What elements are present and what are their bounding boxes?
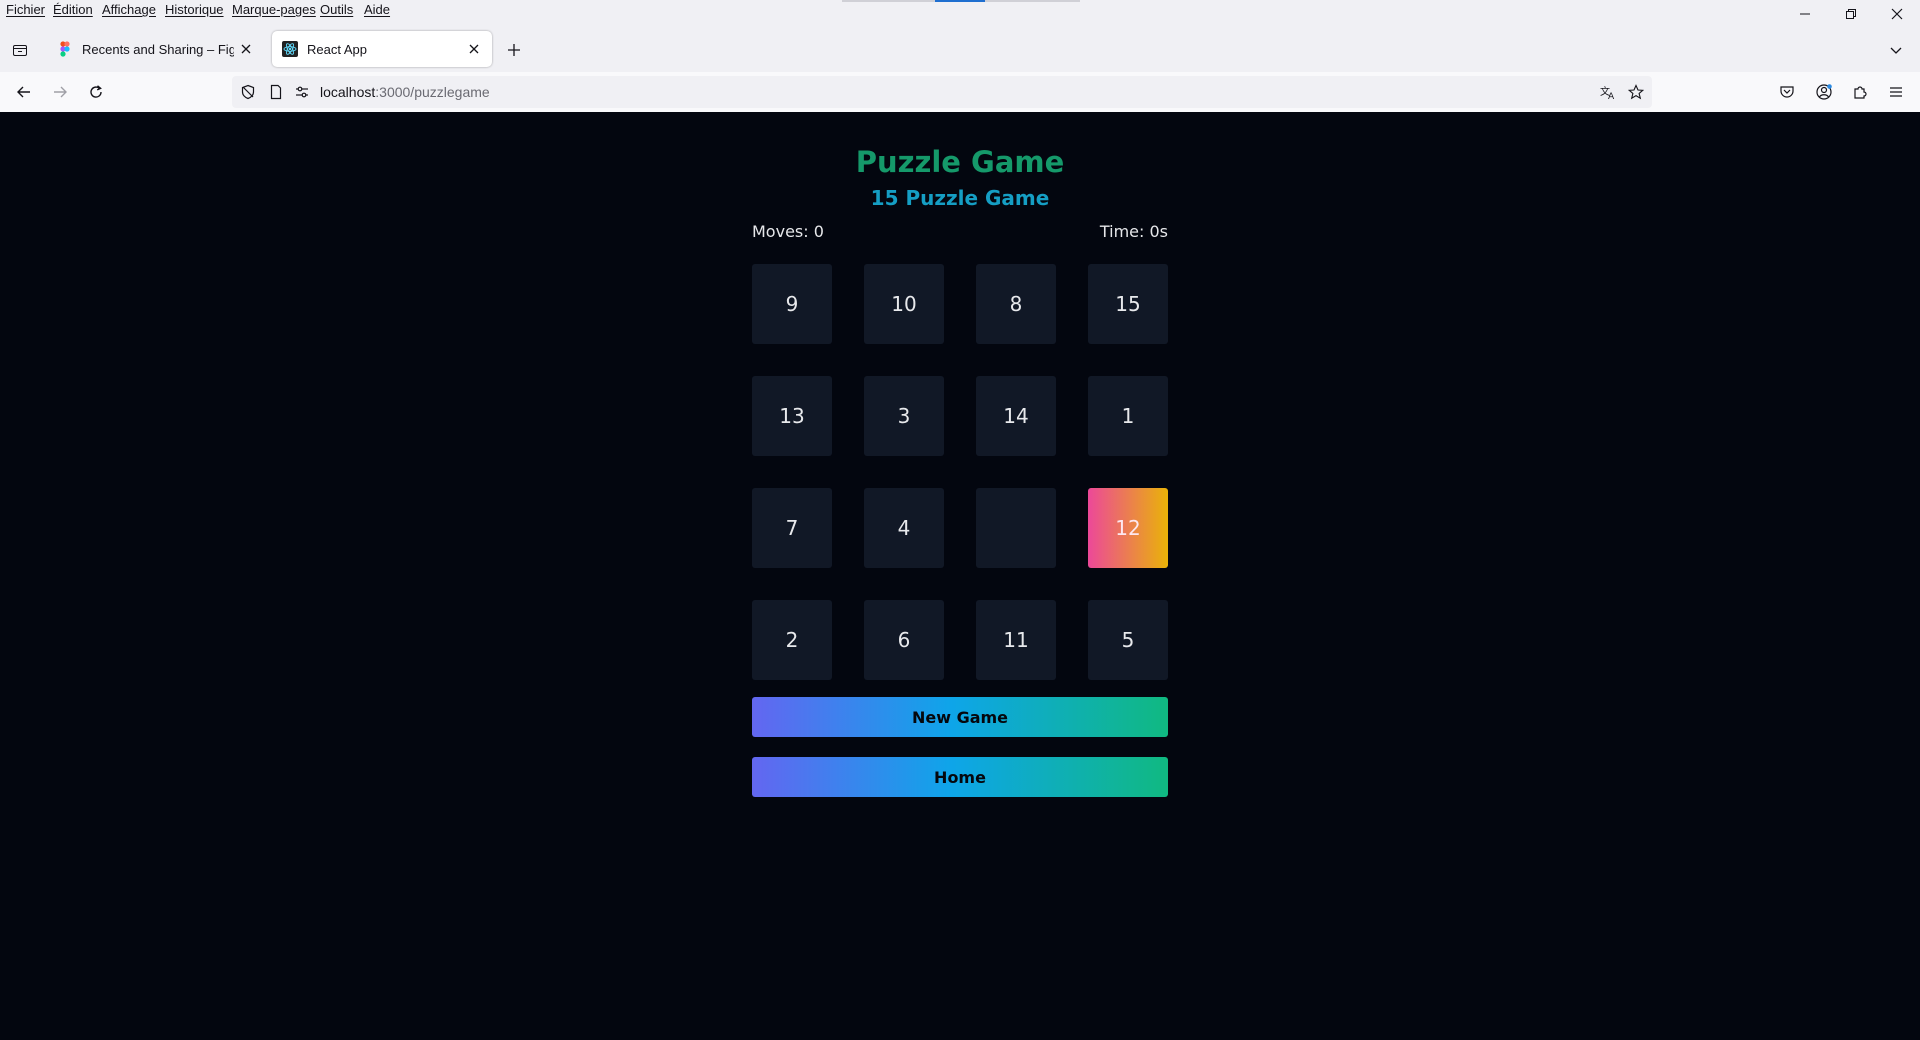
- menu-edition[interactable]: Édition: [53, 2, 93, 17]
- menu-bar: Fichier Édition Affichage Historique Mar…: [0, 0, 1920, 20]
- puzzle-tile-4[interactable]: 4: [864, 488, 944, 568]
- browser-chrome: Fichier Édition Affichage Historique Mar…: [0, 0, 1920, 113]
- menu-affichage[interactable]: Affichage: [102, 2, 156, 17]
- close-icon: [469, 44, 479, 54]
- puzzle-tile-15[interactable]: 15: [1088, 264, 1168, 344]
- svg-text:A: A: [1608, 92, 1615, 100]
- pocket-button[interactable]: [1775, 80, 1799, 104]
- url-path: :3000/puzzlegame: [375, 84, 490, 100]
- puzzle-tile-8[interactable]: 8: [976, 264, 1056, 344]
- tracking-protection-icon[interactable]: [240, 84, 256, 100]
- bookmark-star-icon[interactable]: [1628, 84, 1644, 100]
- puzzle-board: 9 10 8 15 13 3 14 1 7 4 12 2 6 11 5: [752, 264, 1168, 680]
- puzzle-tile-2[interactable]: 2: [752, 600, 832, 680]
- tab-title: Recents and Sharing – Figma: [82, 41, 234, 57]
- pocket-icon: [1780, 86, 1794, 98]
- puzzle-tile-11[interactable]: 11: [976, 600, 1056, 680]
- minimize-button[interactable]: [1782, 0, 1828, 28]
- close-icon: [1891, 8, 1903, 20]
- tab-figma[interactable]: Recents and Sharing – Figma: [47, 31, 264, 67]
- page-title: Puzzle Game: [855, 145, 1065, 179]
- close-window-button[interactable]: [1874, 0, 1920, 28]
- page-subtitle: 15 Puzzle Game: [870, 186, 1050, 210]
- navigation-bar: localhost:3000/puzzlegame 文A: [0, 72, 1920, 112]
- permissions-icon[interactable]: [294, 84, 310, 100]
- puzzle-piece-icon: [1854, 86, 1867, 99]
- moves-counter: Moves: 0: [752, 222, 824, 241]
- puzzle-tile-5[interactable]: 5: [1088, 600, 1168, 680]
- arrow-left-icon: [17, 86, 30, 98]
- minimize-icon: [1800, 13, 1810, 15]
- extensions-button[interactable]: [1848, 80, 1872, 104]
- tab-bar: Recents and Sharing – Figma React App: [0, 28, 1920, 72]
- arrow-right-icon: [54, 86, 67, 98]
- puzzle-tile-9[interactable]: 9: [752, 264, 832, 344]
- loading-strip: [842, 0, 1080, 2]
- tab-list-icon: [13, 45, 27, 56]
- address-bar[interactable]: localhost:3000/puzzlegame 文A: [232, 76, 1652, 108]
- empty-tile: [976, 488, 1056, 568]
- puzzle-tile-7[interactable]: 7: [752, 488, 832, 568]
- restore-icon: [1846, 9, 1856, 19]
- tab-close-button[interactable]: [462, 37, 486, 61]
- close-icon: [241, 44, 251, 54]
- puzzle-tile-10[interactable]: 10: [864, 264, 944, 344]
- menu-outils[interactable]: Outils: [320, 2, 353, 17]
- reload-button[interactable]: [84, 80, 108, 104]
- timer: Time: 0s: [1099, 222, 1168, 241]
- tab-react-app[interactable]: React App: [272, 31, 492, 67]
- menu-fichier[interactable]: Fichier: [6, 2, 45, 17]
- list-all-tabs-button[interactable]: [1884, 38, 1908, 62]
- app-menu-button[interactable]: [1884, 80, 1908, 104]
- figma-icon: [60, 41, 70, 57]
- puzzle-tile-13[interactable]: 13: [752, 376, 832, 456]
- tab-close-button[interactable]: [234, 37, 258, 61]
- translate-icon[interactable]: 文A: [1600, 84, 1616, 100]
- account-button[interactable]: [1812, 80, 1836, 104]
- back-button[interactable]: [12, 80, 36, 104]
- puzzle-tile-1[interactable]: 1: [1088, 376, 1168, 456]
- home-button[interactable]: Home: [752, 757, 1168, 797]
- puzzle-tile-14[interactable]: 14: [976, 376, 1056, 456]
- tab-title: React App: [307, 41, 367, 57]
- menu-aide[interactable]: Aide: [364, 2, 390, 17]
- page-info-icon[interactable]: [268, 84, 284, 100]
- react-icon: [282, 41, 298, 57]
- puzzle-tile-3[interactable]: 3: [864, 376, 944, 456]
- chevron-down-icon: [1890, 47, 1902, 54]
- tab-list-button[interactable]: [8, 38, 32, 62]
- new-game-button[interactable]: New Game: [752, 697, 1168, 737]
- reload-icon: [90, 85, 102, 98]
- account-icon: [1816, 84, 1832, 100]
- menu-historique[interactable]: Historique: [165, 2, 224, 17]
- url-text[interactable]: localhost:3000/puzzlegame: [320, 84, 490, 100]
- restore-button[interactable]: [1828, 0, 1874, 28]
- new-tab-button[interactable]: [502, 38, 526, 62]
- forward-button[interactable]: [48, 80, 72, 104]
- puzzle-game-page: Puzzle Game 15 Puzzle Game Moves: 0 Time…: [0, 112, 1920, 1040]
- plus-icon: [508, 44, 520, 56]
- menu-marque-pages[interactable]: Marque-pages: [232, 2, 316, 17]
- puzzle-tile-12[interactable]: 12: [1088, 488, 1168, 568]
- hamburger-menu-icon: [1890, 87, 1902, 97]
- url-host: localhost: [320, 84, 376, 100]
- puzzle-tile-6[interactable]: 6: [864, 600, 944, 680]
